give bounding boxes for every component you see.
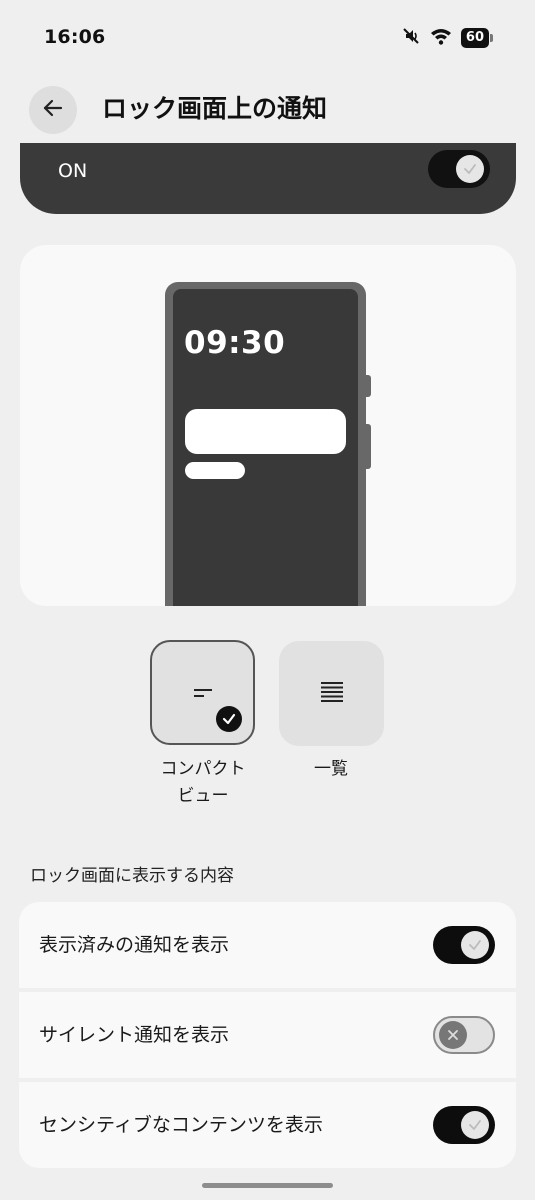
phone-side-button [365, 424, 371, 469]
selected-check-icon [216, 706, 242, 732]
check-icon [469, 940, 481, 950]
master-toggle-switch[interactable] [428, 150, 490, 188]
switch-knob [456, 155, 484, 183]
toggle-switch-show-seen[interactable] [433, 926, 495, 964]
option-label-line: コンパクト [160, 759, 246, 779]
lockscreen-preview-card: 09:30 [20, 245, 516, 606]
toggle-switch-show-silent[interactable] [433, 1016, 495, 1054]
option-list-view-label: 一覧 [271, 756, 391, 783]
option-list-view[interactable] [279, 641, 384, 746]
preview-notification-small [185, 462, 245, 479]
phone-illustration: 09:30 [165, 282, 371, 606]
setting-row-show-silent[interactable]: サイレント通知を表示 [19, 992, 516, 1078]
toggle-switch-show-sensitive[interactable] [433, 1106, 495, 1144]
option-compact-view[interactable] [150, 640, 255, 745]
setting-label: センシティブなコンテンツを表示 [39, 1114, 323, 1136]
list-view-icon [320, 681, 344, 707]
home-indicator[interactable] [202, 1183, 333, 1188]
check-icon [469, 1120, 481, 1130]
switch-knob [461, 1111, 489, 1139]
option-compact-view-label: コンパクト ビュー [143, 756, 263, 810]
close-icon [448, 1030, 458, 1040]
page-title: ロック画面上の通知 [102, 94, 328, 123]
wifi-icon [430, 27, 452, 49]
battery-icon: 60 [460, 28, 494, 48]
check-icon [464, 164, 476, 174]
setting-row-show-sensitive[interactable]: センシティブなコンテンツを表示 [19, 1082, 516, 1168]
switch-knob [439, 1021, 467, 1049]
mute-icon [401, 26, 421, 50]
arrow-left-icon [42, 97, 64, 123]
setting-label: サイレント通知を表示 [39, 1024, 230, 1046]
option-label-line: 一覧 [314, 759, 348, 779]
phone-side-button [365, 375, 371, 397]
master-toggle-label: ON [58, 160, 88, 182]
phone-screen: 09:30 [173, 289, 358, 606]
option-label-line: ビュー [177, 786, 229, 806]
compact-view-icon [192, 683, 214, 702]
preview-notification [185, 409, 346, 454]
status-icons: 60 [401, 26, 494, 50]
status-bar: 16:06 60 [0, 0, 535, 75]
section-header: ロック画面に表示する内容 [30, 866, 234, 886]
setting-label: 表示済みの通知を表示 [39, 934, 230, 956]
back-button[interactable] [29, 86, 77, 134]
switch-knob [461, 931, 489, 959]
preview-clock: 09:30 [184, 325, 286, 361]
setting-row-show-seen[interactable]: 表示済みの通知を表示 [19, 902, 516, 988]
master-toggle-row[interactable]: ON [20, 143, 516, 214]
status-time: 16:06 [44, 26, 106, 48]
